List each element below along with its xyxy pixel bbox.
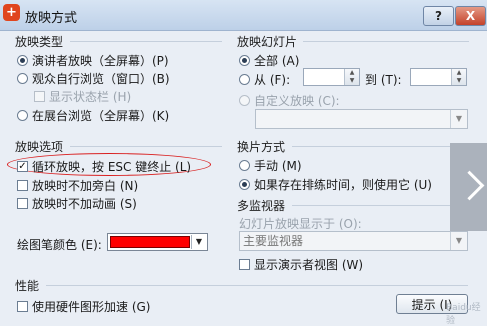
show-status-bar-label: 显示状态栏 (H) (49, 90, 132, 104)
radio-custom-show[interactable]: 自定义放映 (C): (239, 92, 340, 109)
slides-group-title: 放映幻灯片 (237, 35, 298, 49)
checkbox-indicator[interactable] (17, 301, 28, 312)
checkbox-show-status-bar[interactable]: 显示状态栏 (H) (34, 88, 131, 105)
hw-accel-label: 使用硬件图形加速 (G) (32, 300, 151, 314)
radio-indicator[interactable] (239, 179, 250, 190)
checkbox-indicator[interactable] (17, 180, 28, 191)
pen-color-label: 绘图笔颜色 (E): (17, 236, 102, 253)
to-spinner[interactable]: ▲ ▼ (410, 68, 467, 86)
performance-group-title: 性能 (15, 279, 40, 293)
show-type-group-title: 放映类型 (15, 35, 64, 49)
custom-show-select[interactable]: ▼ (255, 109, 468, 129)
checkbox-hw-accel[interactable]: 使用硬件图形加速 (G) (17, 298, 150, 315)
display-on-label-text: 幻灯片放映显示于 (O): (239, 217, 362, 231)
window-title: 放映方式 (25, 11, 78, 26)
from-label: 从 (F): (254, 73, 291, 87)
no-narration-label: 放映时不加旁白 (N) (32, 179, 139, 193)
app-icon: + (3, 4, 20, 21)
use-timings-label: 如果存在排练时间，则使用它 (U) (254, 178, 432, 192)
loop-label: 循环放映，按 ESC 键终止 (L) (32, 160, 192, 174)
radio-indicator[interactable] (17, 55, 28, 66)
radio-from[interactable]: 从 (F): (239, 71, 290, 88)
divider (303, 41, 469, 42)
radio-indicator[interactable] (239, 160, 250, 171)
no-animation-label: 放映时不加动画 (S) (32, 197, 137, 211)
radio-kiosk[interactable]: 在展台浏览（全屏幕）(K) (17, 107, 169, 124)
checkbox-indicator[interactable] (239, 259, 250, 270)
radio-kiosk-label: 在展台浏览（全屏幕）(K) (32, 109, 170, 123)
checkbox-loop[interactable]: ✓ 循环放映，按 ESC 键终止 (L) (17, 158, 191, 175)
chevron-down-icon[interactable]: ▼ (450, 110, 467, 128)
advance-group-title: 换片方式 (237, 140, 286, 154)
radio-indicator[interactable] (239, 74, 250, 85)
watermark: Baidu经验 (446, 303, 481, 326)
radio-presenter-label: 演讲者放映（全屏幕）(P) (32, 54, 169, 68)
monitor-select[interactable]: 主要监视器 ▼ (239, 231, 468, 251)
presenter-view-label: 显示演示者视图 (W) (254, 258, 364, 272)
spinner-arrows[interactable]: ▲ ▼ (344, 69, 359, 85)
radio-audience-label: 观众自行浏览（窗口）(B) (32, 72, 170, 86)
pen-color-label-text: 绘图笔颜色 (E): (17, 238, 102, 252)
radio-indicator[interactable] (239, 95, 250, 106)
color-swatch (110, 236, 190, 248)
title-bar: + 放映方式 ? X (0, 0, 487, 31)
monitor-value: 主要监视器 (243, 234, 304, 248)
from-spinner[interactable]: ▲ ▼ (303, 68, 360, 86)
divider (292, 205, 450, 206)
radio-indicator[interactable] (17, 110, 28, 121)
checkbox-indicator[interactable] (34, 91, 45, 102)
radio-presenter[interactable]: 演讲者放映（全屏幕）(P) (17, 52, 169, 69)
radio-use-timings[interactable]: 如果存在排练时间，则使用它 (U) (239, 176, 432, 193)
divider (70, 41, 222, 42)
divider (46, 285, 468, 286)
custom-show-label: 自定义放映 (C): (254, 94, 340, 108)
radio-indicator[interactable] (17, 73, 28, 84)
show-options-group-title: 放映选项 (15, 140, 64, 154)
checkbox-indicator[interactable] (17, 198, 28, 209)
divider (70, 146, 222, 147)
to-label: 到 (T): (365, 71, 402, 88)
next-arrow-icon[interactable] (450, 143, 487, 231)
radio-indicator[interactable] (239, 55, 250, 66)
help-button[interactable]: ? (423, 6, 454, 26)
checkbox-no-animation[interactable]: 放映时不加动画 (S) (17, 195, 137, 212)
divider (292, 146, 450, 147)
close-button[interactable]: X (455, 6, 486, 26)
multi-monitor-group-title: 多监视器 (237, 199, 286, 213)
radio-all-slides[interactable]: 全部 (A) (239, 52, 299, 69)
all-slides-label: 全部 (A) (254, 54, 300, 68)
chevron-down-icon[interactable]: ▼ (191, 235, 206, 249)
chevron-down-icon[interactable]: ▼ (450, 232, 467, 250)
radio-audience[interactable]: 观众自行浏览（窗口）(B) (17, 70, 170, 87)
manual-label: 手动 (M) (254, 159, 302, 173)
pen-color-picker[interactable]: ▼ (107, 233, 208, 251)
checkbox-indicator[interactable]: ✓ (17, 161, 28, 172)
spinner-arrows[interactable]: ▲ ▼ (451, 69, 466, 85)
checkbox-presenter-view[interactable]: 显示演示者视图 (W) (239, 256, 363, 273)
to-label-text: 到 (T): (365, 73, 402, 87)
display-on-label: 幻灯片放映显示于 (O): (239, 215, 362, 232)
checkbox-no-narration[interactable]: 放映时不加旁白 (N) (17, 177, 138, 194)
radio-manual[interactable]: 手动 (M) (239, 157, 302, 174)
